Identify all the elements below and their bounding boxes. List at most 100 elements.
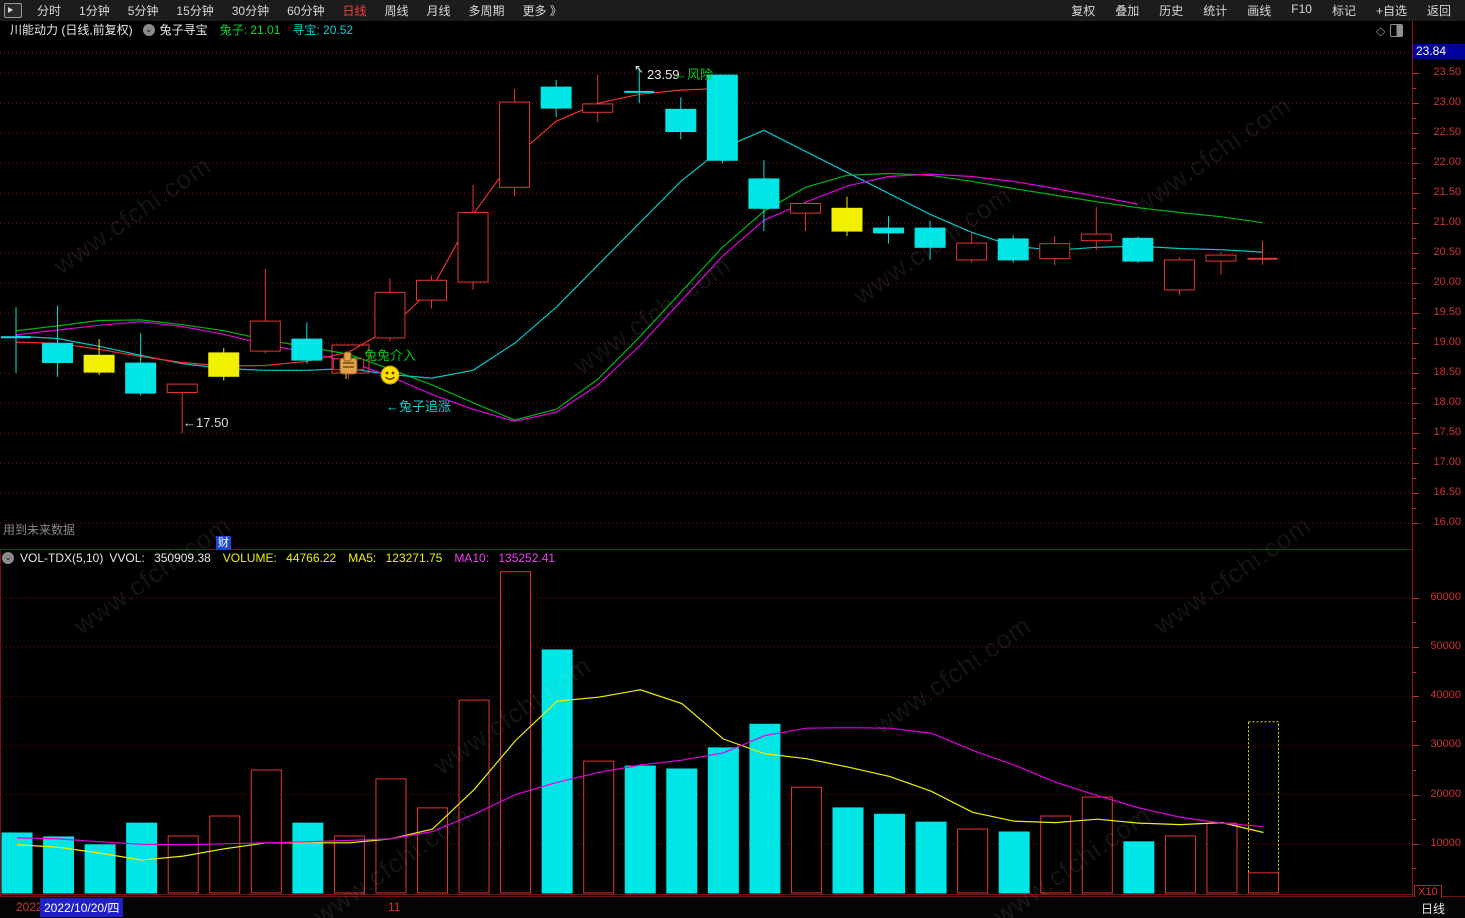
volume-bar[interactable] [998, 831, 1030, 894]
candle-body[interactable] [374, 291, 406, 339]
candle-body[interactable] [1122, 237, 1154, 262]
candle-body[interactable] [956, 242, 988, 261]
volume-bar[interactable] [209, 815, 241, 894]
indicator-name[interactable]: 兔子寻宝 [160, 21, 208, 38]
menu-item-7[interactable]: 周线 [375, 2, 417, 19]
candle-body[interactable] [1080, 233, 1112, 242]
volume-dropdown-icon[interactable]: ⌄ [2, 552, 14, 564]
candle-body[interactable] [914, 227, 946, 248]
volume-indicator-header: ⌄ VOL-TDX(5,10) VVOL: 350909.38 VOLUME: … [2, 551, 567, 565]
axis-tick [1413, 118, 1416, 120]
axis-tick [1413, 418, 1416, 420]
candle-body[interactable] [291, 338, 323, 361]
candle-body[interactable] [873, 227, 905, 234]
volume-bar[interactable] [458, 699, 490, 894]
volume-bar[interactable] [1040, 815, 1072, 894]
candle-body[interactable] [1163, 259, 1195, 291]
split-panel-icon[interactable] [1390, 24, 1404, 37]
toolbar-item-6[interactable]: 标记 [1322, 2, 1366, 19]
candle-body[interactable] [582, 103, 614, 113]
volume-bar[interactable] [790, 786, 822, 894]
volume-indicator-name: VOL-TDX(5,10) [20, 551, 104, 565]
financial-report-marker[interactable]: 财 [216, 536, 231, 550]
candle-body[interactable] [249, 320, 281, 352]
indicator-dropdown-icon[interactable]: ⌄ [142, 23, 155, 36]
volume-bar[interactable] [292, 822, 324, 894]
candle-body[interactable] [665, 108, 697, 133]
volume-bar[interactable] [624, 765, 656, 894]
menu-item-2[interactable]: 5分钟 [119, 2, 168, 19]
candle-body[interactable] [1205, 254, 1237, 262]
candle-body[interactable] [83, 354, 115, 373]
candle-body[interactable] [457, 212, 489, 283]
candle-body[interactable] [125, 362, 157, 394]
menu-item-0[interactable]: 分时 [28, 2, 70, 19]
volume-bar[interactable] [583, 760, 615, 894]
volume-bar[interactable] [333, 835, 365, 894]
menu-item-5[interactable]: 60分钟 [278, 2, 333, 19]
menu-item-8[interactable]: 月线 [418, 2, 460, 19]
volume-bar[interactable] [500, 571, 532, 894]
toolbar-item-5[interactable]: F10 [1281, 2, 1322, 19]
main-price-chart[interactable] [0, 38, 1412, 549]
volume-bar[interactable] [666, 768, 698, 894]
candle-body[interactable] [499, 101, 531, 188]
volume-bar[interactable] [915, 821, 947, 894]
menu-item-4[interactable]: 30分钟 [223, 2, 278, 19]
candle-body[interactable] [416, 279, 447, 301]
candle-body[interactable] [997, 238, 1029, 261]
toolbar-item-7[interactable]: +自选 [1366, 2, 1417, 19]
indicator-values: 兔子: 21.01 寻宝: 20.52 [208, 21, 353, 38]
price-axis[interactable]: 23.50 23.00 22.50 22.00 21.50 21.00 20.50 20.00… [1412, 21, 1465, 896]
volume-bar[interactable] [43, 836, 75, 894]
volume-bar[interactable] [707, 747, 739, 894]
price-label: 19.00 [1433, 336, 1461, 349]
volume-bar[interactable] [541, 649, 573, 894]
price-label: 18.00 [1433, 396, 1461, 409]
volume-bar[interactable] [874, 813, 906, 894]
menu-item-3[interactable]: 15分钟 [167, 2, 222, 19]
menu-item-10[interactable]: 更多 》 [514, 2, 571, 19]
axis-tick [1413, 193, 1419, 195]
volume-label: 30000 [1430, 738, 1461, 751]
candle-body[interactable] [540, 86, 572, 109]
volume-bar[interactable] [1206, 822, 1238, 894]
menu-item-6[interactable]: 日线 [333, 2, 375, 19]
volume-bar[interactable] [250, 769, 282, 894]
axis-tick [1413, 508, 1416, 510]
candle-body[interactable] [208, 352, 240, 377]
axis-tick [1413, 696, 1419, 698]
volume-bar[interactable] [1081, 796, 1113, 894]
volume-bar[interactable] [1123, 841, 1155, 894]
selected-date[interactable]: 2022/10/20/四 [40, 898, 124, 917]
toolbar-item-8[interactable]: 返回 [1417, 2, 1461, 19]
toolbar-item-4[interactable]: 画线 [1237, 2, 1281, 19]
candle-body[interactable] [166, 383, 198, 394]
toolbar-item-1[interactable]: 叠加 [1105, 2, 1149, 19]
volume-bar[interactable] [1248, 872, 1279, 894]
volume-bar[interactable] [1, 832, 33, 894]
volume-chart[interactable] [0, 549, 1413, 896]
toolbar-item-3[interactable]: 统计 [1193, 2, 1237, 19]
menu-item-9[interactable]: 多周期 [460, 2, 514, 19]
volume-bar[interactable] [1164, 835, 1196, 894]
axis-tick [1413, 720, 1416, 722]
volume-bar[interactable] [417, 807, 448, 894]
candle-body[interactable] [1039, 243, 1071, 260]
candle-body[interactable] [706, 74, 738, 161]
volume-bar[interactable] [957, 828, 989, 894]
diamond-icon[interactable]: ◇ [1376, 25, 1385, 37]
axis-tick [1413, 73, 1419, 75]
candle-body[interactable] [748, 178, 780, 209]
toolbar-item-0[interactable]: 复权 [1061, 2, 1105, 19]
period-label[interactable]: 日线 [1421, 900, 1445, 917]
app-logo-icon[interactable] [4, 3, 22, 18]
menu-item-1[interactable]: 1分钟 [70, 2, 119, 19]
candle-body[interactable] [831, 207, 863, 232]
candle-body[interactable] [42, 342, 74, 363]
toolbar-item-2[interactable]: 历史 [1149, 2, 1193, 19]
chart-annotation-2: ←风险 [674, 67, 714, 82]
indicator-value-0: 兔子: 21.01 [219, 23, 281, 37]
candle-body[interactable] [789, 203, 821, 214]
volume-bar[interactable] [832, 807, 864, 894]
